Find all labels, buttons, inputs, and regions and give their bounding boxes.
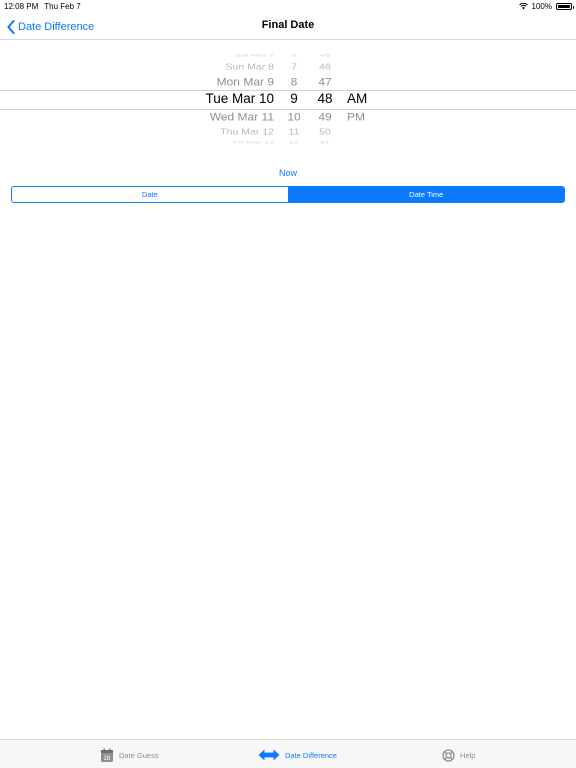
picker-hour-row[interactable]: 12 <box>280 140 308 145</box>
picker-minute-row[interactable]: 50 <box>311 128 339 137</box>
double-arrow-icon <box>258 749 280 761</box>
picker-date-row[interactable]: Mon Mar 9 <box>190 75 274 88</box>
segment-date-time[interactable]: Date Time <box>287 187 564 202</box>
picker-ampm-column[interactable]: AM PM <box>347 48 387 152</box>
picker-minute-row[interactable]: 49 <box>311 110 339 123</box>
picker-minute-row[interactable]: 51 <box>311 140 339 145</box>
battery-percent: 100% <box>531 2 552 11</box>
picker-minute-selected[interactable]: 48 <box>311 91 339 106</box>
tab-date-difference-label: Date Difference <box>285 750 337 760</box>
calendar-icon: 28 <box>101 748 113 762</box>
status-date: Thu Feb 7 <box>44 2 81 11</box>
picker-hour-row[interactable]: 6 <box>280 53 308 58</box>
picker-ampm-row[interactable]: PM <box>347 110 387 123</box>
picker-minute-row[interactable]: 45 <box>311 53 339 58</box>
wifi-icon <box>518 3 528 10</box>
tab-help[interactable]: Help <box>442 746 475 764</box>
picker-date-row[interactable]: Thu Mar 12 <box>190 128 274 137</box>
picker-minute-row[interactable]: 46 <box>311 63 339 72</box>
picker-hour-selected[interactable]: 9 <box>280 91 308 106</box>
tab-help-label: Help <box>460 750 476 760</box>
status-time: 12:08 PM <box>4 2 39 11</box>
picker-hour-row[interactable]: 10 <box>280 110 308 123</box>
status-bar: 12:08 PM Thu Feb 7 100% <box>0 0 576 14</box>
segment-date[interactable]: Date <box>12 187 288 202</box>
picker-hour-row[interactable]: 8 <box>280 75 308 88</box>
picker-date-column[interactable]: Sat Mar 7 Sun Mar 8 Mon Mar 9 Tue Mar 10… <box>190 48 274 152</box>
picker-minute-row[interactable]: 47 <box>311 75 339 88</box>
mode-segmented-control: Date Date Time <box>11 186 565 203</box>
page-title: Final Date <box>261 19 315 31</box>
status-right: 100% <box>518 2 574 11</box>
svg-text:28: 28 <box>104 756 111 762</box>
tab-date-difference[interactable]: Date Difference <box>258 746 337 764</box>
tab-date-guess-label: Date Guess <box>119 750 159 760</box>
tab-bar: 28 Date Guess Date Difference Help <box>0 739 576 768</box>
battery-icon <box>556 3 574 10</box>
picker-date-selected[interactable]: Tue Mar 10 <box>190 91 274 106</box>
picker-date-row[interactable]: Sun Mar 8 <box>190 63 274 72</box>
navigation-bar: Date Difference Final Date <box>0 14 576 40</box>
picker-hour-row[interactable]: 7 <box>280 63 308 72</box>
picker-date-row[interactable]: Sat Mar 7 <box>190 53 274 58</box>
picker-date-row[interactable]: Wed Mar 11 <box>190 110 274 123</box>
tab-date-guess[interactable]: 28 Date Guess <box>100 746 159 764</box>
picker-minute-column[interactable]: 45 46 47 48 49 50 51 <box>311 48 339 152</box>
picker-ampm-selected[interactable]: AM <box>347 91 387 106</box>
picker-hour-row[interactable]: 11 <box>280 128 308 137</box>
now-button[interactable]: Now <box>0 168 576 178</box>
picker-hour-column[interactable]: 6 7 8 9 10 11 12 <box>280 48 308 152</box>
picker-date-row[interactable]: Fri Mar 13 <box>190 140 274 145</box>
battery-fill <box>558 5 570 8</box>
date-time-picker[interactable]: Sat Mar 7 Sun Mar 8 Mon Mar 9 Tue Mar 10… <box>0 48 576 152</box>
status-left: 12:08 PM Thu Feb 7 <box>4 2 81 11</box>
lifebuoy-icon <box>442 748 455 762</box>
